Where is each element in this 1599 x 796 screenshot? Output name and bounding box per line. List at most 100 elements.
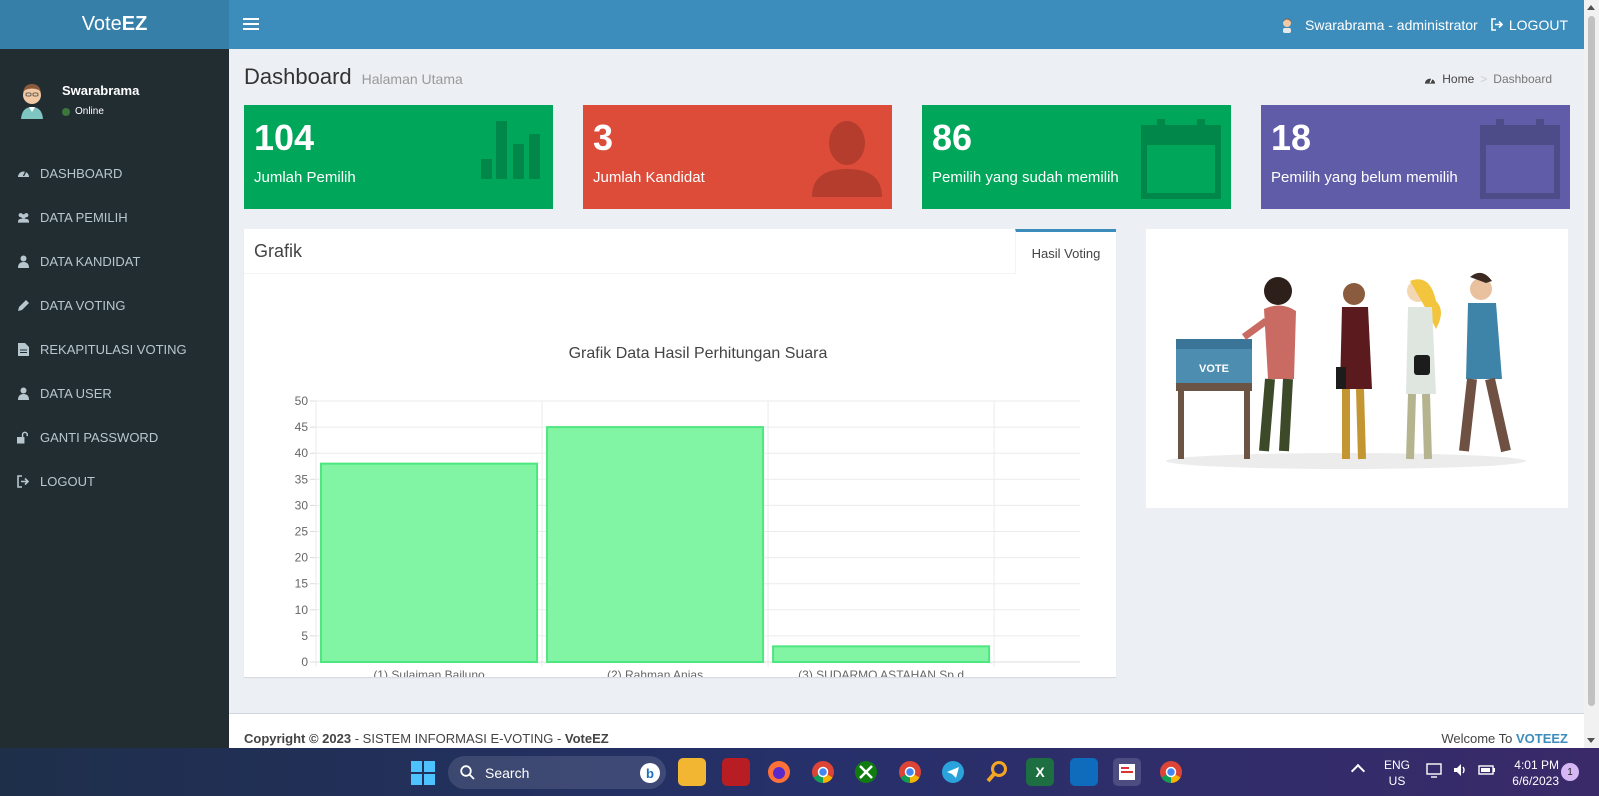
sidebar-item-label: LOGOUT bbox=[40, 473, 95, 489]
sidebar-item-ganti-password[interactable]: GANTI PASSWORD bbox=[0, 415, 229, 459]
notification-badge[interactable]: 1 bbox=[1561, 763, 1579, 781]
y-tick-label: 5 bbox=[301, 629, 308, 643]
search-placeholder: Search bbox=[485, 764, 530, 781]
file-icon bbox=[17, 342, 30, 356]
sidebar-user-panel: Swarabrama Online bbox=[16, 79, 139, 119]
excel-icon[interactable]: X bbox=[1026, 758, 1054, 786]
nav-user-menu[interactable]: Swarabrama - administrator bbox=[1279, 0, 1478, 49]
y-tick-label: 40 bbox=[295, 446, 309, 460]
brand-suffix: EZ bbox=[121, 13, 148, 35]
footer-welcome: Welcome To VOTEEZ bbox=[1441, 731, 1568, 746]
stat-box-sudah-memilih[interactable]: 86 Pemilih yang sudah memilih bbox=[922, 105, 1231, 209]
user-icon bbox=[17, 255, 30, 268]
chart-panel: Grafik Hasil Voting Grafik Data Hasil Pe… bbox=[244, 229, 1116, 682]
stat-label: Jumlah Kandidat bbox=[593, 169, 705, 186]
chrome-icon[interactable] bbox=[809, 758, 837, 786]
y-tick-label: 20 bbox=[295, 551, 309, 565]
search-tool-icon[interactable] bbox=[983, 758, 1011, 786]
sidebar-item-label: REKAPITULASI VOTING bbox=[40, 341, 187, 357]
sidebar-item-data-pemilih[interactable]: DATA PEMILIH bbox=[0, 195, 229, 239]
sidebar-menu: DASHBOARD DATA PEMILIH DATA KANDIDAT DAT… bbox=[0, 151, 229, 503]
status-label: Online bbox=[75, 106, 104, 117]
online-status-icon bbox=[62, 107, 70, 116]
footer-brand: VoteEZ bbox=[564, 731, 609, 746]
volume-icon[interactable] bbox=[1452, 762, 1468, 778]
file-explorer-icon[interactable] bbox=[678, 758, 706, 786]
breadcrumb: Home > Dashboard bbox=[1424, 72, 1552, 86]
sidebar-item-dashboard[interactable]: DASHBOARD bbox=[0, 151, 229, 195]
telegram-icon[interactable] bbox=[939, 758, 967, 786]
breadcrumb-separator: > bbox=[1480, 72, 1488, 86]
stat-box-jumlah-kandidat[interactable]: 3 Jumlah Kandidat bbox=[583, 105, 892, 209]
sidebar-item-label: DATA KANDIDAT bbox=[40, 253, 141, 269]
chart-bar bbox=[320, 462, 539, 663]
app-window: Vote EZ Swarabrama - administrator LOGOUT bbox=[0, 0, 1584, 748]
stat-value: 3 bbox=[593, 117, 614, 158]
network-icon[interactable] bbox=[1426, 762, 1442, 778]
stat-box-jumlah-pemilih[interactable]: 104 Jumlah Pemilih bbox=[244, 105, 553, 209]
unlock-icon bbox=[17, 431, 30, 444]
scroll-up-icon[interactable] bbox=[1587, 5, 1595, 10]
y-tick-label: 45 bbox=[295, 420, 309, 434]
chrome-icon[interactable] bbox=[896, 758, 924, 786]
content-header: Dashboard Halaman Utama bbox=[244, 64, 463, 90]
sidebar-item-data-voting[interactable]: DATA VOTING bbox=[0, 283, 229, 327]
stat-label: Pemilih yang belum memilih bbox=[1271, 169, 1458, 186]
chrome-icon[interactable] bbox=[1157, 758, 1185, 786]
scroll-down-icon[interactable] bbox=[1587, 738, 1595, 743]
stat-value: 18 bbox=[1271, 117, 1312, 158]
top-navbar: Swarabrama - administrator LOGOUT bbox=[229, 0, 1584, 49]
chevron-up-icon[interactable] bbox=[1350, 763, 1366, 779]
sidebar: Swarabrama Online DASHBOARD DATA PEMILIH… bbox=[0, 49, 229, 748]
system-name: - SISTEM INFORMASI E-VOTING - bbox=[351, 731, 565, 746]
sidebar-item-logout[interactable]: LOGOUT bbox=[0, 459, 229, 503]
battery-icon[interactable] bbox=[1478, 762, 1496, 778]
page-scrollbar[interactable] bbox=[1584, 0, 1599, 748]
user-icon bbox=[17, 387, 30, 400]
brand-logo[interactable]: Vote EZ bbox=[0, 0, 229, 49]
breadcrumb-current: Dashboard bbox=[1493, 72, 1552, 86]
language-indicator[interactable]: ENG US bbox=[1384, 757, 1410, 789]
dashboard-icon bbox=[17, 167, 30, 180]
nav-logout-label: LOGOUT bbox=[1508, 16, 1568, 33]
x-tick-label: (2) Rahman Anjas bbox=[607, 668, 703, 677]
scrollbar-thumb[interactable] bbox=[1588, 16, 1595, 706]
app-icon[interactable] bbox=[1070, 758, 1098, 786]
sidebar-item-rekapitulasi-voting[interactable]: REKAPITULASI VOTING bbox=[0, 327, 229, 371]
sidebar-item-data-user[interactable]: DATA USER bbox=[0, 371, 229, 415]
ballot-box-label: VOTE bbox=[1199, 363, 1229, 375]
y-tick-label: 10 bbox=[295, 603, 309, 617]
xbox-icon[interactable] bbox=[852, 758, 880, 786]
brand-prefix: Vote bbox=[81, 13, 122, 35]
search-icon bbox=[460, 765, 475, 780]
sidebar-user-status: Online bbox=[62, 106, 139, 117]
windows-start-icon[interactable] bbox=[411, 761, 435, 785]
chart-panel-header: Grafik Hasil Voting bbox=[244, 229, 1116, 274]
chart-bar bbox=[772, 645, 991, 663]
x-tick-label: (3) SUDARMO ASTAHAN Sp.d bbox=[798, 668, 964, 677]
users-icon bbox=[17, 211, 30, 224]
app-icon[interactable] bbox=[1113, 758, 1141, 786]
sidebar-item-data-kandidat[interactable]: DATA KANDIDAT bbox=[0, 239, 229, 283]
sidebar-item-label: DASHBOARD bbox=[40, 165, 123, 181]
stat-value: 104 bbox=[254, 117, 315, 158]
nav-user-label: Swarabrama - administrator bbox=[1305, 16, 1478, 33]
app-icon[interactable] bbox=[722, 758, 750, 786]
bing-icon[interactable]: b bbox=[640, 763, 660, 783]
tab-hasil-voting[interactable]: Hasil Voting bbox=[1015, 229, 1116, 274]
welcome-brand-link[interactable]: VOTEEZ bbox=[1516, 731, 1568, 746]
user-avatar-icon bbox=[1283, 18, 1291, 33]
breadcrumb-home-link[interactable]: Home bbox=[1442, 72, 1474, 86]
footer: Copyright © 2023 - SISTEM INFORMASI E-VO… bbox=[229, 713, 1584, 748]
sign-out-icon bbox=[17, 474, 30, 488]
y-tick-label: 0 bbox=[301, 655, 308, 669]
taskbar-search-box[interactable]: Search b bbox=[448, 756, 666, 789]
sidebar-toggle-icon[interactable] bbox=[243, 13, 259, 35]
system-clock[interactable]: 4:01 PM 6/6/2023 bbox=[1505, 757, 1559, 789]
welcome-text: Welcome To bbox=[1441, 731, 1516, 746]
vote-result-chart: Grafik Data Hasil Perhitungan Suara 0 5 10 1… bbox=[295, 345, 1080, 682]
nav-logout-button[interactable]: LOGOUT bbox=[1491, 0, 1568, 49]
firefox-icon[interactable] bbox=[765, 758, 793, 786]
calendar-icon bbox=[1141, 119, 1221, 199]
stat-box-belum-memilih[interactable]: 18 Pemilih yang belum memilih bbox=[1261, 105, 1570, 209]
